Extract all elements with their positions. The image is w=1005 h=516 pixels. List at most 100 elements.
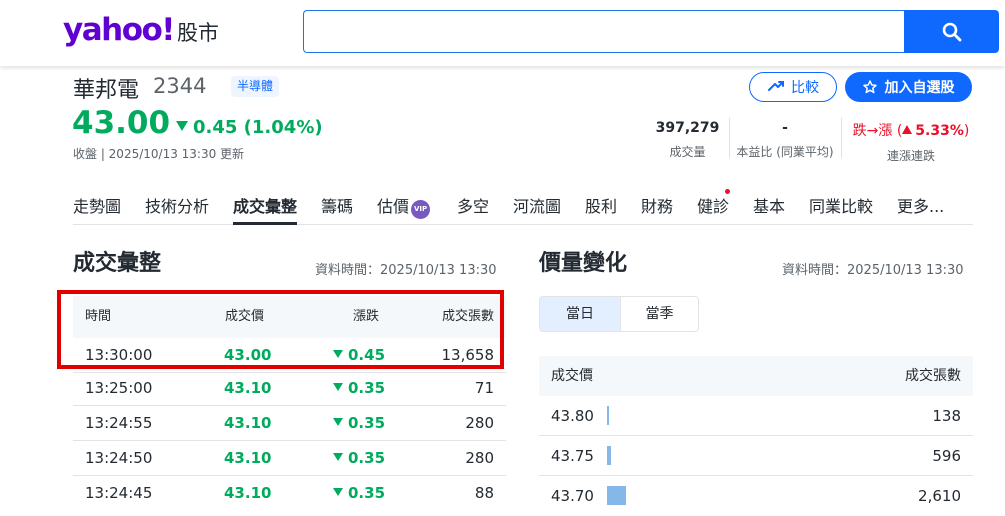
close-time: 收盤 | 2025/10/13 13:30 更新 xyxy=(73,147,245,161)
row-time: 13:24:45 xyxy=(85,484,153,502)
row-time: 13:25:00 xyxy=(85,379,153,397)
stat-volume: 397,279 成交量 xyxy=(655,120,720,160)
price-level: 43.80 xyxy=(551,407,594,425)
stat-divider xyxy=(841,118,842,158)
watchlist-label: 加入自選股 xyxy=(884,80,955,96)
stock-name: 華邦電 xyxy=(73,78,140,103)
tab-valuation[interactable]: 估價 VIP xyxy=(377,193,431,219)
trades-title: 成交彙整 xyxy=(73,251,162,276)
search-button[interactable] xyxy=(904,10,999,53)
row-price: 43.10 xyxy=(224,449,272,467)
sector-badge[interactable]: 半導體 xyxy=(231,76,280,97)
row-price: 43.10 xyxy=(224,379,272,397)
stat-pe-label: 本益比 (同業平均) xyxy=(736,145,834,159)
top-bar: yahoo! 股市 xyxy=(0,0,1005,66)
notification-dot xyxy=(725,189,730,194)
stock-tabs: 走勢圖 技術分析 成交彙整 籌碼 估價 VIP 多空 河流圖 股利 財務 健診 基… xyxy=(73,189,973,225)
table-row: 13:25:00 43.10 0.35 71 xyxy=(73,371,506,406)
price-change: 0.45 (1.04%) xyxy=(176,117,323,138)
tab-technical[interactable]: 技術分析 xyxy=(145,193,209,217)
stat-volume-value: 397,279 xyxy=(655,120,720,136)
row-time: 13:24:50 xyxy=(85,449,153,467)
down-triangle-icon xyxy=(176,121,188,131)
stat-streak-prefix: 跌→漲 ( xyxy=(852,123,903,139)
stat-volume-label: 成交量 xyxy=(669,145,706,159)
tab-river[interactable]: 河流圖 xyxy=(513,193,561,217)
tab-long-short[interactable]: 多空 xyxy=(457,193,489,217)
price-change-value: 0.45 (1.04%) xyxy=(193,117,323,138)
period-toggle: 當日 當季 xyxy=(539,296,699,332)
stat-streak-value: 跌→漲 ( 5.33%) xyxy=(848,120,974,140)
row-volume: 88 xyxy=(474,484,494,502)
col-price: 成交價 xyxy=(551,368,593,384)
price-volume-title: 價量變化 xyxy=(539,251,628,276)
row-change-value: 0.35 xyxy=(348,414,386,432)
list-item: 43.75 596 xyxy=(539,436,973,476)
stat-streak-label: 連漲連跌 xyxy=(886,149,935,163)
row-change-value: 0.35 xyxy=(348,449,386,467)
volume-bar xyxy=(607,406,609,425)
row-price: 43.10 xyxy=(224,484,272,502)
price-volume-header: 成交價 成交張數 xyxy=(539,356,973,396)
price-level-volume: 2,610 xyxy=(918,487,961,505)
down-triangle-icon xyxy=(333,453,343,461)
search-icon xyxy=(942,22,961,41)
down-triangle-icon xyxy=(333,418,343,426)
price-volume-data-time: 資料時間：2025/10/13 13:30 xyxy=(782,263,964,278)
stock-price: 43.00 xyxy=(72,105,171,141)
compare-label: 比較 xyxy=(791,80,819,96)
tab-chips[interactable]: 籌碼 xyxy=(321,193,353,217)
star-icon xyxy=(862,80,877,94)
vip-badge: VIP xyxy=(411,200,431,219)
list-item: 43.80 138 xyxy=(539,396,973,436)
tab-chart[interactable]: 走勢圖 xyxy=(73,193,121,217)
price-level-volume: 596 xyxy=(932,447,961,465)
row-volume: 71 xyxy=(474,379,494,397)
up-triangle-icon xyxy=(902,125,913,134)
table-row: 13:24:50 43.10 0.35 280 xyxy=(73,441,506,476)
stock-code: 2344 xyxy=(153,74,207,98)
tab-health[interactable]: 健診 xyxy=(697,193,729,217)
price-level: 43.75 xyxy=(551,447,594,465)
down-triangle-icon xyxy=(333,488,343,496)
row-change: 0.35 xyxy=(333,371,385,406)
tab-valuation-label: 估價 xyxy=(377,197,410,216)
yahoo-logo[interactable]: yahoo! 股市 xyxy=(63,12,219,48)
row-change-value: 0.35 xyxy=(348,379,386,397)
tab-basic[interactable]: 基本 xyxy=(753,193,785,217)
down-triangle-icon xyxy=(333,383,343,391)
table-row: 13:24:55 43.10 0.35 280 xyxy=(73,406,506,441)
row-change: 0.35 xyxy=(333,406,385,441)
logo-wordmark: yahoo! xyxy=(63,12,175,48)
stat-pe: - 本益比 (同業平均) xyxy=(733,120,837,160)
search-input[interactable] xyxy=(303,10,905,53)
toggle-today[interactable]: 當日 xyxy=(540,297,620,331)
add-watchlist-button[interactable]: 加入自選股 xyxy=(845,72,972,102)
price-level: 43.70 xyxy=(551,487,594,505)
compare-icon xyxy=(768,81,784,91)
stat-pe-value: - xyxy=(782,120,788,136)
row-time: 13:24:55 xyxy=(85,414,153,432)
tab-financials[interactable]: 財務 xyxy=(641,193,673,217)
stat-divider xyxy=(729,118,730,158)
col-volume: 成交張數 xyxy=(905,368,961,384)
table-row: 13:24:45 43.10 0.35 88 xyxy=(73,476,506,511)
stat-streak-pct: 5.33% xyxy=(915,123,964,139)
volume-bar xyxy=(607,446,611,465)
row-price: 43.10 xyxy=(224,414,272,432)
row-volume: 280 xyxy=(465,414,494,432)
tab-more[interactable]: 更多... xyxy=(897,193,944,217)
highlight-box xyxy=(57,290,504,369)
price-level-volume: 138 xyxy=(932,407,961,425)
stat-streak-suffix: ) xyxy=(963,123,970,139)
row-change: 0.35 xyxy=(333,476,385,511)
tab-trades[interactable]: 成交彙整 xyxy=(233,193,298,225)
stat-streak: 跌→漲 ( 5.33%) 連漲連跌 xyxy=(848,120,974,164)
row-change: 0.35 xyxy=(333,441,385,476)
row-change-value: 0.35 xyxy=(348,484,386,502)
tab-peers[interactable]: 同業比較 xyxy=(809,193,873,217)
compare-button[interactable]: 比較 xyxy=(749,72,837,102)
toggle-quarter[interactable]: 當季 xyxy=(620,297,698,331)
trades-data-time: 資料時間：2025/10/13 13:30 xyxy=(315,263,497,278)
tab-dividend[interactable]: 股利 xyxy=(585,193,617,217)
